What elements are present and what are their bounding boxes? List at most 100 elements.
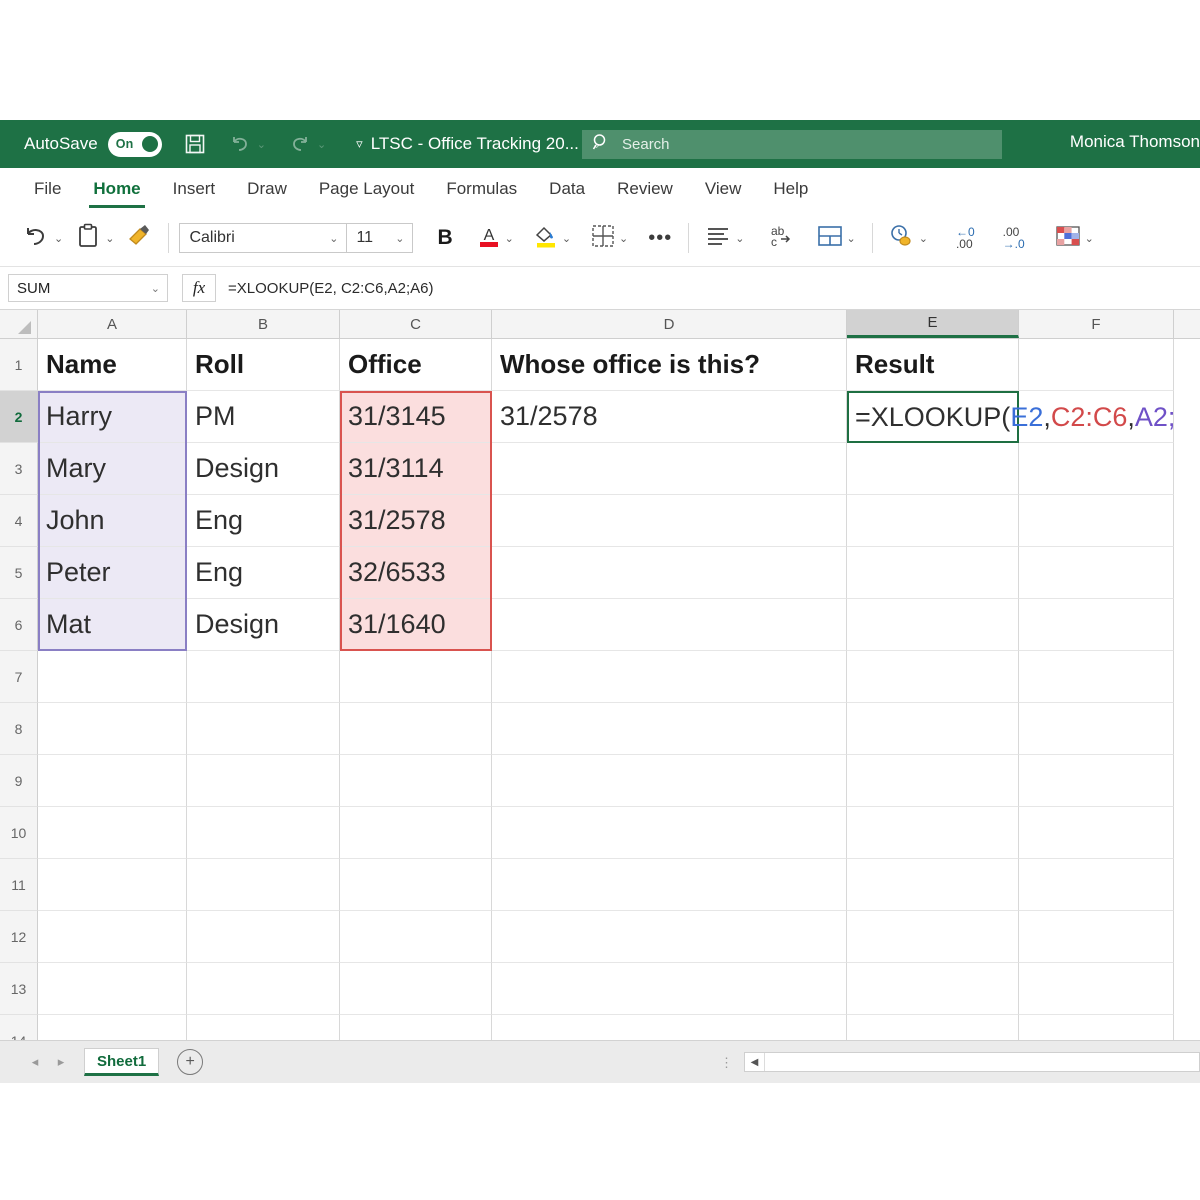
row-header-11[interactable]: 11 xyxy=(0,859,38,911)
pin-icon[interactable]: ▿ xyxy=(356,136,363,152)
merge-cells-button[interactable]: ⌄ xyxy=(811,218,862,258)
tab-formulas[interactable]: Formulas xyxy=(430,168,533,210)
cell-a7[interactable] xyxy=(38,651,187,703)
tab-insert[interactable]: Insert xyxy=(157,168,232,210)
cell-a2[interactable]: Harry xyxy=(38,391,187,443)
cell-a6[interactable]: Mat xyxy=(38,599,187,651)
cell-b11[interactable] xyxy=(187,859,340,911)
cell-d13[interactable] xyxy=(492,963,847,1015)
cell-f6[interactable] xyxy=(1019,599,1174,651)
cell-d4[interactable] xyxy=(492,495,847,547)
column-header-b[interactable]: B xyxy=(187,310,340,338)
cell-c5[interactable]: 32/6533 xyxy=(340,547,492,599)
chevron-down-icon[interactable]: ⌄ xyxy=(329,232,338,245)
cell-a10[interactable] xyxy=(38,807,187,859)
cell-f12[interactable] xyxy=(1019,911,1174,963)
insert-function-button[interactable]: fx xyxy=(182,274,216,302)
chevron-down-icon[interactable]: ⌄ xyxy=(151,282,160,295)
cell-c11[interactable] xyxy=(340,859,492,911)
cell-c8[interactable] xyxy=(340,703,492,755)
next-sheet-icon[interactable]: ▸ xyxy=(48,1054,74,1070)
cell-c1[interactable]: Office xyxy=(340,339,492,391)
number-format-button[interactable]: ⌄ xyxy=(883,218,934,258)
undo-caret-icon[interactable]: ⌄ xyxy=(257,138,266,151)
cell-e11[interactable] xyxy=(847,859,1019,911)
cell-f4[interactable] xyxy=(1019,495,1174,547)
cell-e6[interactable] xyxy=(847,599,1019,651)
cell-c7[interactable] xyxy=(340,651,492,703)
row-header-6[interactable]: 6 xyxy=(0,599,38,651)
cell-f5[interactable] xyxy=(1019,547,1174,599)
row-header-3[interactable]: 3 xyxy=(0,443,38,495)
fill-color-button[interactable]: ⌄ xyxy=(528,218,577,258)
cell-d6[interactable] xyxy=(492,599,847,651)
more-options-button[interactable]: ••• xyxy=(642,218,678,258)
redo-caret-icon[interactable]: ⌄ xyxy=(317,138,326,151)
cell-c12[interactable] xyxy=(340,911,492,963)
chevron-down-icon[interactable]: ⌄ xyxy=(54,232,63,245)
undo-button[interactable]: ⌄ xyxy=(14,218,69,258)
tab-view[interactable]: View xyxy=(689,168,758,210)
cell-f10[interactable] xyxy=(1019,807,1174,859)
cell-f9[interactable] xyxy=(1019,755,1174,807)
cell-a8[interactable] xyxy=(38,703,187,755)
chevron-down-icon[interactable]: ⌄ xyxy=(919,232,928,245)
cell-c6[interactable]: 31/1640 xyxy=(340,599,492,651)
cell-b4[interactable]: Eng xyxy=(187,495,340,547)
cell-b1[interactable]: Roll xyxy=(187,339,340,391)
row-header-7[interactable]: 7 xyxy=(0,651,38,703)
cell-f1[interactable] xyxy=(1019,339,1174,391)
cell-e9[interactable] xyxy=(847,755,1019,807)
cell-e7[interactable] xyxy=(847,651,1019,703)
user-account-name[interactable]: Monica Thomson xyxy=(1070,132,1200,152)
horizontal-scrollbar[interactable]: ◀ xyxy=(744,1052,1200,1072)
scroll-left-icon[interactable]: ◀ xyxy=(745,1053,765,1071)
cell-a13[interactable] xyxy=(38,963,187,1015)
cell-c2[interactable]: 31/3145 xyxy=(340,391,492,443)
chevron-down-icon[interactable]: ⌄ xyxy=(619,232,628,245)
bold-button[interactable]: B xyxy=(431,218,458,258)
row-header-8[interactable]: 8 xyxy=(0,703,38,755)
row-header-5[interactable]: 5 xyxy=(0,547,38,599)
redo-icon[interactable]: ⌄ xyxy=(288,133,326,155)
row-header-2[interactable]: 2 xyxy=(0,391,38,443)
column-header-c[interactable]: C xyxy=(340,310,492,338)
cell-e8[interactable] xyxy=(847,703,1019,755)
cell-a12[interactable] xyxy=(38,911,187,963)
cell-b9[interactable] xyxy=(187,755,340,807)
cell-f3[interactable] xyxy=(1019,443,1174,495)
cell-d9[interactable] xyxy=(492,755,847,807)
tab-home[interactable]: Home xyxy=(77,168,156,210)
prev-sheet-icon[interactable]: ◂ xyxy=(22,1054,48,1070)
cell-b6[interactable]: Design xyxy=(187,599,340,651)
cell-d12[interactable] xyxy=(492,911,847,963)
cell-b5[interactable]: Eng xyxy=(187,547,340,599)
save-icon[interactable] xyxy=(184,133,206,155)
chevron-down-icon[interactable]: ⌄ xyxy=(105,232,114,245)
tab-page-layout[interactable]: Page Layout xyxy=(303,168,430,210)
cell-d1[interactable]: Whose office is this? xyxy=(492,339,847,391)
cell-b10[interactable] xyxy=(187,807,340,859)
add-sheet-icon[interactable]: + xyxy=(177,1049,204,1075)
wrap-text-button[interactable]: ab c xyxy=(761,218,801,258)
cell-d5[interactable] xyxy=(492,547,847,599)
cell-e5[interactable] xyxy=(847,547,1019,599)
cell-a4[interactable]: John xyxy=(38,495,187,547)
conditional-formatting-button[interactable]: ⌄ xyxy=(1049,218,1100,258)
cell-d2[interactable]: 31/2578 xyxy=(492,391,847,443)
cell-a3[interactable]: Mary xyxy=(38,443,187,495)
row-header-10[interactable]: 10 xyxy=(0,807,38,859)
cell-b2[interactable]: PM xyxy=(187,391,340,443)
cell-f11[interactable] xyxy=(1019,859,1174,911)
font-size-select[interactable]: 11 ⌄ xyxy=(347,223,414,253)
cell-c4[interactable]: 31/2578 xyxy=(340,495,492,547)
tab-draw[interactable]: Draw xyxy=(231,168,303,210)
row-header-13[interactable]: 13 xyxy=(0,963,38,1015)
cell-f7[interactable] xyxy=(1019,651,1174,703)
cell-b13[interactable] xyxy=(187,963,340,1015)
cell-d8[interactable] xyxy=(492,703,847,755)
cell-d3[interactable] xyxy=(492,443,847,495)
cell-b3[interactable]: Design xyxy=(187,443,340,495)
cell-e10[interactable] xyxy=(847,807,1019,859)
cell-a5[interactable]: Peter xyxy=(38,547,187,599)
